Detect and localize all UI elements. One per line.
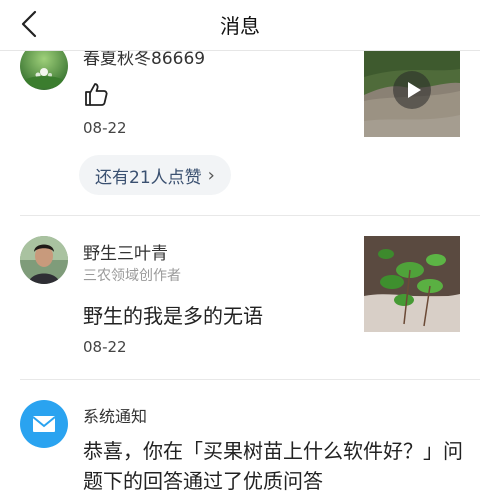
play-icon[interactable] [393, 71, 431, 109]
more-likes-button[interactable]: 还有21人点赞 › [79, 155, 231, 195]
date: 08-22 [83, 119, 127, 137]
mail-icon [20, 400, 68, 448]
divider [20, 379, 480, 380]
page-title: 消息 [220, 14, 260, 38]
username[interactable]: 野生三叶青 [83, 239, 168, 264]
date: 08-22 [83, 338, 127, 356]
comment-text: 野生的我是多的无语 [83, 304, 263, 328]
avatar[interactable] [20, 236, 68, 284]
top-bar: 消息 [0, 0, 480, 51]
more-likes-label: 还有21人点赞 [95, 167, 202, 188]
thumbs-up-icon [85, 83, 108, 106]
divider [20, 215, 480, 216]
image-thumbnail[interactable] [364, 236, 460, 332]
notice-text: 恭喜，你在「买果树苗上什么软件好？」问题下的回答通过了优质问答 [83, 439, 463, 493]
video-thumbnail[interactable] [364, 51, 460, 137]
chevron-right-icon: › [207, 164, 215, 186]
notice-sender: 系统通知 [83, 407, 148, 426]
user-role: 三农领域创作者 [83, 268, 181, 284]
